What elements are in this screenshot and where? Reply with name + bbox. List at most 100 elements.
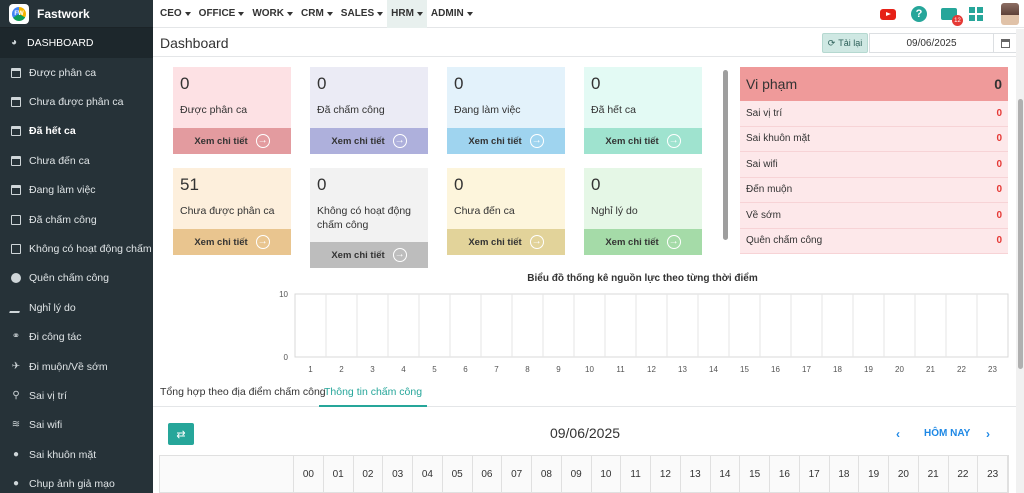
- sidebar-item-9[interactable]: Nghỉ lý do: [0, 293, 153, 322]
- arrow-right-icon: →: [529, 235, 544, 249]
- violation-row[interactable]: Sai khuôn mặt 0: [740, 126, 1008, 152]
- violation-row[interactable]: Quên chấm công 0: [740, 228, 1008, 254]
- sidebar-item-13[interactable]: ≋ Sai wifi: [0, 411, 153, 440]
- view-detail-button[interactable]: Xem chi tiết →: [584, 128, 702, 154]
- stat-card: 51 Chưa được phân ca Xem chi tiết →: [173, 168, 291, 255]
- violations-panel: Vi phạm 0 Sai vị trí 0 Sai khuôn mặt 0 Sai w…: [740, 67, 1008, 254]
- sidebar-item-2[interactable]: Chưa được phân ca: [0, 87, 153, 116]
- tab-timesheet-info[interactable]: Thông tin chấm công: [319, 386, 428, 407]
- violation-label: Về sớm: [746, 209, 781, 221]
- caret-down-icon: [184, 11, 191, 16]
- sidebar-item-label: Không có hoạt động chấm công: [29, 243, 153, 256]
- menu-office[interactable]: OFFICE: [195, 0, 249, 28]
- view-detail-label: Xem chi tiết: [194, 236, 248, 248]
- sync-icon: ⇄: [176, 428, 186, 441]
- stat-value: 0: [454, 74, 464, 93]
- view-detail-label: Xem chi tiết: [194, 135, 248, 147]
- hour-cell: 23: [978, 456, 1008, 492]
- menu-sales[interactable]: SALES: [337, 0, 387, 28]
- view-detail-button[interactable]: Xem chi tiết →: [310, 128, 428, 154]
- youtube-icon[interactable]: [880, 8, 896, 20]
- sidebar-item-10[interactable]: ⚭ Đi công tác: [0, 323, 153, 352]
- sidebar-item-3[interactable]: Đã hết ca: [0, 117, 153, 146]
- caret-down-icon: [238, 11, 245, 16]
- hour-cell: 08: [532, 456, 562, 492]
- calendar-button[interactable]: [994, 33, 1018, 53]
- tab-location-summary[interactable]: Tổng hợp theo địa điểm chấm công: [160, 386, 326, 407]
- menu-work[interactable]: WORK: [248, 0, 297, 28]
- violation-label: Sai wifi: [746, 158, 778, 170]
- sidebar: FW Fastwork ◕ DASHBOARD Được phân ca Chưa…: [0, 0, 153, 493]
- violation-row[interactable]: Sai wifi 0: [740, 152, 1008, 178]
- sidebar-item-6[interactable]: Đã chấm công: [0, 205, 153, 234]
- chevron-left-icon[interactable]: ‹: [896, 427, 900, 441]
- sidebar-item-8[interactable]: Quên chấm công: [0, 264, 153, 293]
- view-detail-button[interactable]: Xem chi tiết →: [447, 128, 565, 154]
- sidebar-item-dashboard[interactable]: ◕ DASHBOARD: [0, 28, 153, 58]
- sidebar-item-1[interactable]: Được phân ca: [0, 58, 153, 87]
- x-tick-label: 23: [988, 365, 997, 374]
- hour-cell: 07: [502, 456, 532, 492]
- menu-ceo[interactable]: CEO: [156, 0, 195, 28]
- hour-cell: 17: [799, 456, 830, 492]
- arrow-right-icon: →: [255, 235, 270, 249]
- violations-total: 0: [994, 76, 1002, 92]
- view-detail-label: Xem chi tiết: [605, 236, 659, 248]
- date-input[interactable]: 09/06/2025: [869, 33, 994, 53]
- view-detail-button[interactable]: Xem chi tiết →: [584, 229, 702, 255]
- menu-admin[interactable]: ADMIN: [427, 0, 477, 28]
- today-button[interactable]: HÔM NAY: [924, 428, 970, 439]
- refresh-icon: ⟳: [827, 37, 836, 48]
- view-detail-label: Xem chi tiết: [468, 236, 522, 248]
- hour-cell: 20: [889, 456, 919, 492]
- violations-title: Vi phạm: [746, 76, 798, 92]
- mail-icon[interactable]: 12: [941, 8, 963, 26]
- sidebar-item-label: Chưa đến ca: [29, 154, 90, 167]
- view-detail-button[interactable]: Xem chi tiết →: [310, 242, 428, 268]
- arrow-right-icon: →: [392, 134, 407, 148]
- sidebar-item-7[interactable]: Không có hoạt động chấm công: [0, 234, 153, 263]
- violation-row[interactable]: Sai vị trí 0: [740, 101, 1008, 127]
- menu-hrm[interactable]: HRM: [387, 0, 427, 28]
- apps-grid-icon[interactable]: [969, 7, 983, 21]
- sidebar-item-5[interactable]: Đang làm việc: [0, 176, 153, 205]
- menu-label: ADMIN: [430, 8, 464, 19]
- violation-row[interactable]: Về sớm 0: [740, 203, 1008, 229]
- x-tick-label: 16: [771, 365, 780, 374]
- view-detail-button[interactable]: Xem chi tiết →: [173, 128, 291, 154]
- x-tick-label: 3: [370, 365, 375, 374]
- view-detail-button[interactable]: Xem chi tiết →: [447, 229, 565, 255]
- violation-label: Đến muộn: [746, 184, 793, 196]
- violations-header: Vi phạm 0: [740, 67, 1008, 101]
- brand[interactable]: FW Fastwork: [0, 0, 153, 28]
- sidebar-item-label: Đi công tác: [29, 331, 82, 344]
- y-tick-label: 10: [279, 290, 288, 299]
- violation-row[interactable]: Đến muộn 0: [740, 177, 1008, 203]
- fastwork-logo: FW: [9, 3, 29, 24]
- chevron-right-icon[interactable]: ›: [986, 427, 990, 441]
- reload-button[interactable]: ⟳ Tải lại: [822, 33, 868, 53]
- page-scrollbar[interactable]: [1016, 29, 1024, 493]
- arrow-right-icon: →: [666, 235, 681, 249]
- check-square-icon: [11, 214, 21, 225]
- stat-value: 0: [317, 74, 327, 93]
- cards-scrollbar[interactable]: [723, 70, 728, 240]
- stat-label: Không có hoạt động chấm công: [317, 205, 411, 231]
- menu-crm[interactable]: CRM: [297, 0, 337, 28]
- page-scrollbar-thumb[interactable]: [1018, 99, 1023, 369]
- arrow-right-icon: →: [529, 134, 544, 148]
- avatar[interactable]: [1001, 3, 1019, 25]
- menu-label: WORK: [252, 8, 285, 19]
- help-icon[interactable]: ?: [911, 6, 927, 22]
- view-detail-button[interactable]: Xem chi tiết →: [173, 229, 291, 255]
- sidebar-item-11[interactable]: ✈ Đi muộn/Về sớm: [0, 352, 153, 381]
- sidebar-item-15[interactable]: ● Chụp ảnh giả mạo: [0, 469, 153, 493]
- sidebar-item-4[interactable]: Chưa đến ca: [0, 146, 153, 175]
- sidebar-item-14[interactable]: ● Sai khuôn mặt: [0, 440, 153, 469]
- sync-button[interactable]: ⇄: [168, 423, 194, 445]
- stat-label: Chưa đến ca: [454, 205, 515, 217]
- walking-icon: ✈: [11, 360, 21, 372]
- handshake-icon: ⚭: [11, 331, 21, 343]
- sidebar-item-label: Đang làm việc: [29, 184, 96, 197]
- sidebar-item-12[interactable]: ⚲ Sai vị trí: [0, 381, 153, 410]
